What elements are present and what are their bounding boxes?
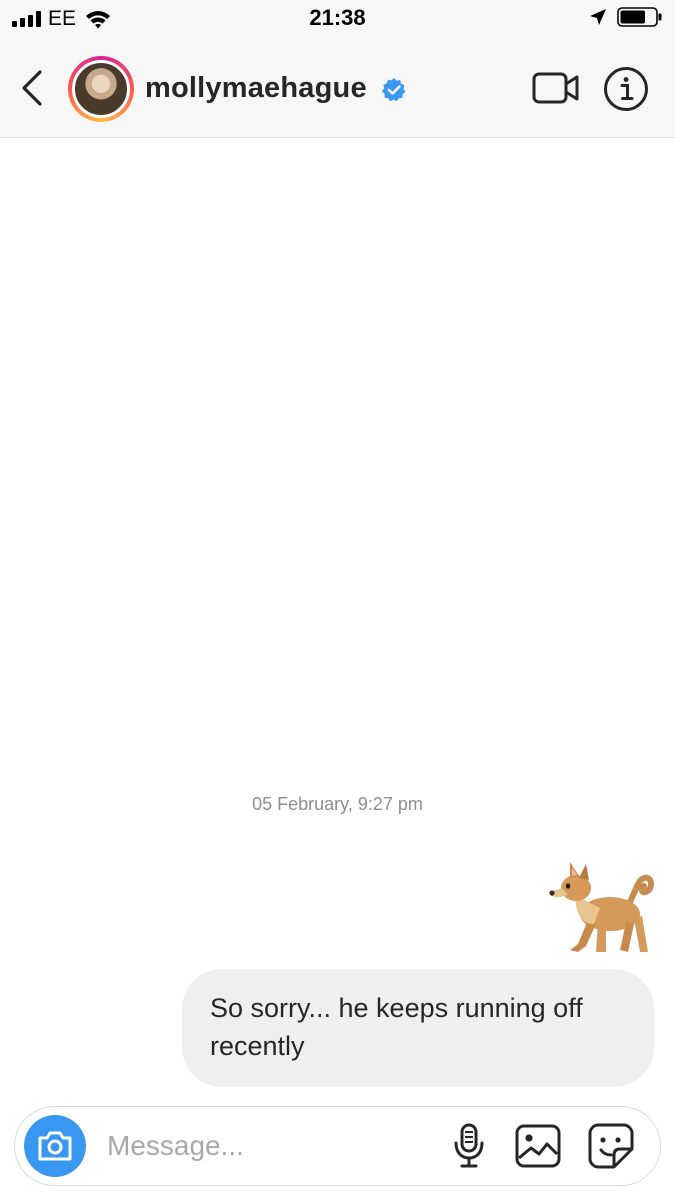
message-composer bbox=[14, 1106, 661, 1186]
username[interactable]: mollymaehague bbox=[145, 72, 367, 105]
status-time: 21:38 bbox=[309, 5, 366, 30]
chevron-left-icon[interactable] bbox=[18, 68, 46, 108]
microphone-button[interactable] bbox=[452, 1123, 486, 1169]
sticker-button[interactable] bbox=[588, 1123, 634, 1169]
video-call-button[interactable] bbox=[532, 71, 580, 105]
location-arrow-icon bbox=[590, 9, 606, 25]
info-button[interactable] bbox=[603, 66, 649, 112]
dog-emoji-message[interactable] bbox=[548, 858, 656, 962]
message-timestamp: 05 February, 9:27 pm bbox=[252, 794, 423, 814]
avatar[interactable] bbox=[72, 60, 130, 118]
message-input[interactable] bbox=[107, 1127, 427, 1165]
status-bar: EE 21:38 bbox=[0, 0, 675, 38]
verified-badge-icon bbox=[382, 78, 406, 102]
battery-icon bbox=[617, 7, 662, 27]
message-bubble[interactable]: So sorry... he keeps running off recentl… bbox=[182, 969, 654, 1087]
status-right bbox=[589, 7, 663, 27]
chat-header: mollymaehague bbox=[0, 38, 675, 138]
camera-icon bbox=[38, 1131, 72, 1161]
avatar-story-ring[interactable] bbox=[68, 56, 134, 122]
gallery-button[interactable] bbox=[515, 1124, 561, 1168]
camera-button[interactable] bbox=[24, 1115, 86, 1177]
